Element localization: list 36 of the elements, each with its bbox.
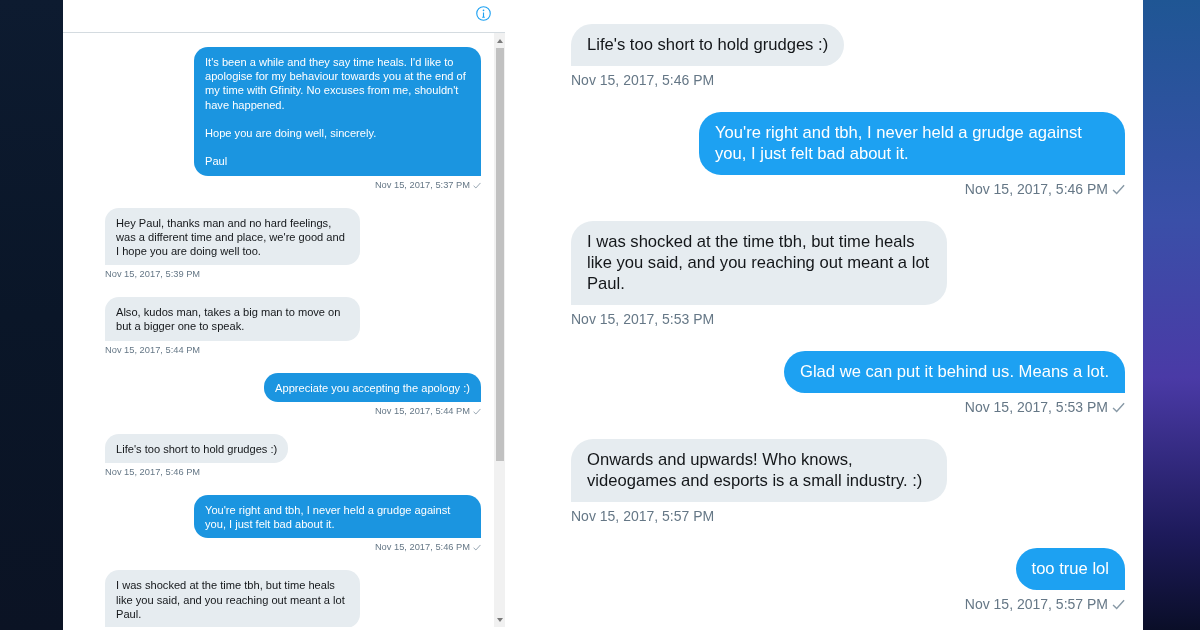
scroll-up-icon[interactable] <box>496 39 503 43</box>
message-bubble: too true lol <box>1015 548 1125 590</box>
timestamp: Nov 15, 2017, 5:44 PM <box>374 405 470 417</box>
check-icon <box>473 544 481 552</box>
timestamp: Nov 15, 2017, 5:46 PM <box>964 181 1108 197</box>
timestamp: Nov 15, 2017, 5:57 PM <box>571 508 715 524</box>
message-bubble: You're right and tbh, I never held a grudge against you, I just felt bad about it. <box>699 112 1125 175</box>
check-icon <box>473 407 481 415</box>
message-bubble: You're right and tbh, I never held a grudge against you, I just felt bad about it. <box>194 495 481 539</box>
timestamp: Nov 15, 2017, 5:39 PM <box>105 269 201 281</box>
timestamp: Nov 15, 2017, 5:53 PM <box>964 399 1108 415</box>
message-bubble: Life's too short to hold grudges :) <box>105 433 289 464</box>
check-icon <box>473 181 481 189</box>
timestamp: Nov 15, 2017, 5:37 PM <box>374 179 470 191</box>
info-icon[interactable] <box>476 6 491 21</box>
message-bubble: Glad we can put it behind us. Means a lot. <box>784 351 1125 393</box>
timestamp: Nov 15, 2017, 5:44 PM <box>105 344 201 356</box>
message-bubble: Hey Paul, thanks man and no hard feelings, was a different time and place, we're good and I hope you are doing well too. <box>105 207 360 266</box>
check-icon <box>1112 598 1125 610</box>
timestamp: Nov 15, 2017, 5:46 PM <box>105 467 201 479</box>
timestamp: Nov 15, 2017, 5:53 PM <box>571 311 715 327</box>
message-bubble: I was shocked at the time tbh, but time heals like you said, and you reaching out meant a lot Paul. <box>571 221 947 305</box>
message-bubble: Life's too short to hold grudges :) <box>571 24 845 66</box>
timestamp: Nov 15, 2017, 5:46 PM <box>571 72 715 88</box>
message-bubble: Also, kudos man, takes a big man to move on but a bigger one to speak. <box>105 297 360 341</box>
scrollbar-thumb[interactable] <box>495 48 504 461</box>
message-bubble: Onwards and upwards! Who knows, videogames and esports is a small industry. :) <box>571 439 947 502</box>
timestamp: Nov 15, 2017, 5:46 PM <box>374 542 470 554</box>
message-bubble: Appreciate you accepting the apology :) <box>264 372 481 402</box>
check-icon <box>1112 183 1125 195</box>
timestamp: Nov 15, 2017, 5:57 PM <box>964 596 1108 612</box>
scroll-down-icon[interactable] <box>496 618 503 622</box>
scrollbar-track[interactable] <box>494 33 505 627</box>
message-bubble: I was shocked at the time tbh, but time heals like you said, and you reaching out meant a lot Paul. <box>105 570 360 627</box>
check-icon <box>1112 401 1125 413</box>
message-bubble: It's been a while and they say time heals. I'd like to apologise for my behaviour towards you at the end of my time with Gfinity. No excuses from me, shouldn't have happened. Hope you are doing well, sincerely. Paul <box>194 47 481 176</box>
